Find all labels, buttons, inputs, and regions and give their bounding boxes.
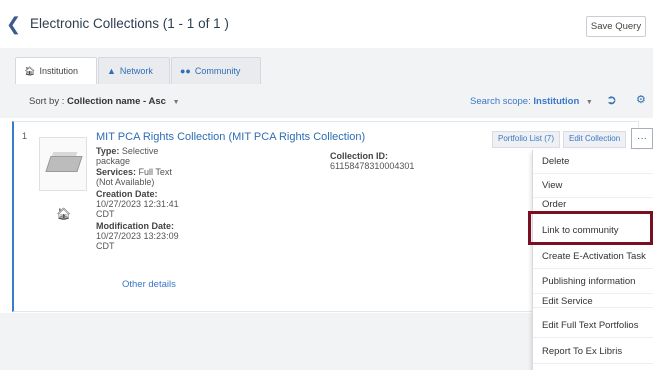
search-scope-dropdown[interactable]: Search scope: Institution ▼ [470, 96, 593, 107]
chevron-down-icon: ▼ [585, 99, 593, 106]
other-details-link[interactable]: Other details [122, 279, 176, 290]
services-field: Services: Full Text (Not Available) [96, 167, 172, 187]
menu-item-create-e-activation-task[interactable]: Create E-Activation Task [533, 245, 653, 269]
row-actions-menu: Delete View Order Link to community Crea… [532, 150, 653, 370]
gear-icon[interactable]: ⚙ [636, 93, 648, 107]
menu-item-publishing-information[interactable]: Publishing information [533, 270, 653, 294]
modification-date-field: Modification Date: 10/27/2023 13:23:09 C… [96, 221, 179, 251]
tab-label: Institution [39, 66, 78, 76]
results-toolbar: Sort by : Collection name - Asc ▼ Search… [0, 84, 653, 118]
type-field: Type: Selective package [96, 146, 159, 166]
tab-community[interactable]: ●● Community [171, 57, 261, 84]
home-icon: 🏠︎ [24, 65, 36, 76]
menu-item-view[interactable]: View [533, 174, 653, 198]
export-icon[interactable]: ➲ [606, 92, 620, 108]
sort-prefix: Sort by : [29, 96, 65, 107]
creation-date-field: Creation Date: 10/27/2023 12:31:41 CDT [96, 189, 179, 219]
sort-value: Collection name - Asc [67, 96, 166, 107]
menu-item-edit-full-text-portfolios[interactable]: Edit Full Text Portfolios [533, 314, 653, 338]
menu-item-edit-service[interactable]: Edit Service [533, 294, 653, 308]
tab-label: Network [119, 66, 153, 76]
tab-network[interactable]: ▲ Network [98, 57, 170, 84]
back-chevron-icon[interactable]: ❮ [6, 14, 22, 34]
page-title: Electronic Collections (1 - 1 of 1 ) [30, 16, 229, 31]
menu-item-delete[interactable]: Delete [533, 150, 653, 174]
highlight-annotation-box [528, 211, 653, 245]
edit-collection-button[interactable]: Edit Collection [563, 131, 627, 148]
collection-thumbnail [39, 137, 87, 191]
page-header: ❮ Electronic Collections (1 - 1 of 1 ) S… [0, 0, 653, 52]
save-query-button[interactable]: Save Query [586, 16, 646, 37]
tab-label: Community [194, 66, 241, 76]
tabs-bar: 🏠︎ Institution ▲ Network ●● Community [0, 48, 653, 84]
collection-title-link[interactable]: MIT PCA Rights Collection (MIT PCA Right… [96, 131, 365, 143]
chevron-down-icon: ▼ [172, 99, 180, 106]
row-number: 1 [22, 131, 28, 141]
tab-institution[interactable]: 🏠︎ Institution [15, 57, 97, 84]
portfolio-list-button[interactable]: Portfolio List (7) [492, 131, 561, 148]
menu-item-report-to-ex-libris[interactable]: Report To Ex Libris [533, 340, 653, 364]
scope-value: Institution [533, 96, 580, 107]
collection-id-field: Collection ID: 61158478310004301 [330, 151, 415, 171]
menu-item-order[interactable]: Order [533, 198, 653, 212]
sort-dropdown[interactable]: Sort by : Collection name - Asc ▼ [29, 96, 180, 107]
scope-prefix: Search scope: [470, 96, 531, 107]
community-icon: ●● [180, 66, 191, 76]
more-actions-button[interactable]: ··· [631, 128, 653, 149]
network-icon: ▲ [107, 66, 116, 76]
home-icon: 🏠︎ [56, 207, 72, 221]
